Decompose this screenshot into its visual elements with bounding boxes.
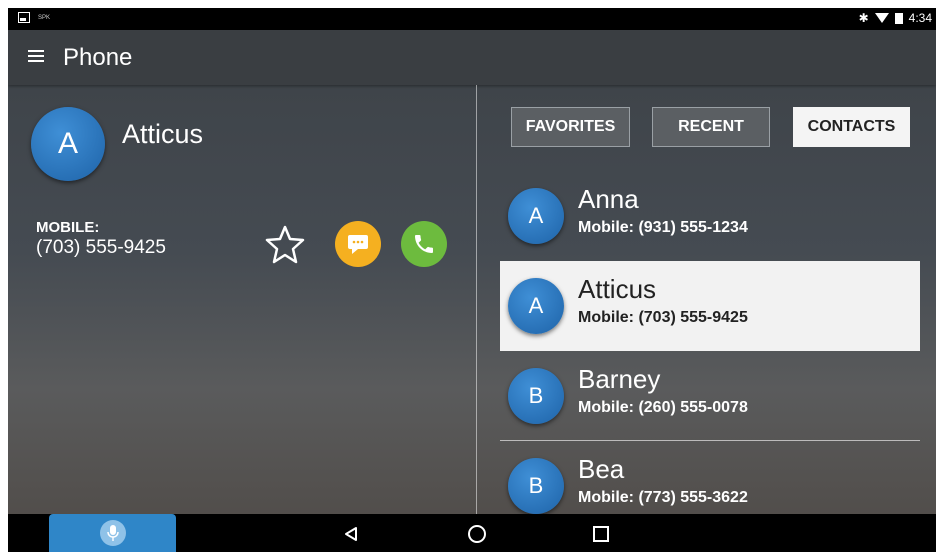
- contact-avatar: B: [508, 368, 564, 424]
- contact-row-anna[interactable]: A Anna Mobile: (931) 555-1234: [500, 171, 920, 261]
- voice-button[interactable]: [49, 514, 176, 552]
- mobile-label: MOBILE:: [36, 219, 100, 236]
- screen: SPK ✱ 4:34 Phone A Atticus MOBILE: (703)…: [8, 8, 936, 552]
- gallery-notification-icon: [18, 12, 30, 23]
- contact-mobile: Mobile: (703) 555-9425: [578, 309, 748, 326]
- app-title: Phone: [63, 44, 133, 71]
- app-bar: Phone: [8, 30, 936, 85]
- contact-avatar: B: [508, 458, 564, 514]
- message-icon: [348, 235, 368, 254]
- contact-avatar: A: [508, 278, 564, 334]
- back-triangle-icon[interactable]: [344, 526, 358, 542]
- message-button[interactable]: [335, 221, 381, 267]
- wifi-icon: [874, 13, 889, 23]
- contact-row-barney[interactable]: B Barney Mobile: (260) 555-0078: [500, 351, 920, 441]
- contact-name: Atticus: [578, 274, 657, 304]
- tab-contacts[interactable]: CONTACTS: [793, 107, 910, 147]
- navigation-bar: [8, 514, 936, 552]
- tab-recent[interactable]: RECENT: [652, 107, 770, 147]
- contact-row-atticus[interactable]: A Atticus Mobile: (703) 555-9425: [500, 261, 920, 351]
- contact-avatar: A: [508, 188, 564, 244]
- status-bar: SPK ✱ 4:34: [8, 8, 936, 30]
- status-left-label: SPK: [38, 14, 51, 21]
- battery-icon: [894, 12, 903, 24]
- contact-detail-panel: A Atticus MOBILE: (703) 555-9425: [8, 85, 476, 514]
- panel-divider: [476, 85, 477, 514]
- recents-square-icon[interactable]: [593, 526, 609, 542]
- contact-name: Anna: [578, 184, 639, 214]
- call-button[interactable]: [401, 221, 447, 267]
- contact-mobile: Mobile: (931) 555-1234: [578, 219, 748, 236]
- mobile-number[interactable]: (703) 555-9425: [36, 237, 166, 259]
- hamburger-menu-icon[interactable]: [28, 50, 44, 63]
- detail-name: Atticus: [122, 119, 204, 149]
- contact-mobile: Mobile: (773) 555-3622: [578, 489, 748, 506]
- status-time: 4:34: [908, 11, 932, 25]
- tab-favorites[interactable]: FAVORITES: [511, 107, 630, 147]
- detail-avatar: A: [31, 107, 105, 181]
- microphone-icon: [99, 520, 126, 546]
- phone-icon: [415, 235, 433, 253]
- contact-name: Barney: [578, 364, 661, 394]
- contact-mobile: Mobile: (260) 555-0078: [578, 399, 748, 416]
- contact-name: Bea: [578, 454, 625, 484]
- bluetooth-icon: ✱: [858, 11, 869, 25]
- home-circle-icon[interactable]: [468, 525, 486, 543]
- favorite-star-icon[interactable]: [264, 223, 306, 265]
